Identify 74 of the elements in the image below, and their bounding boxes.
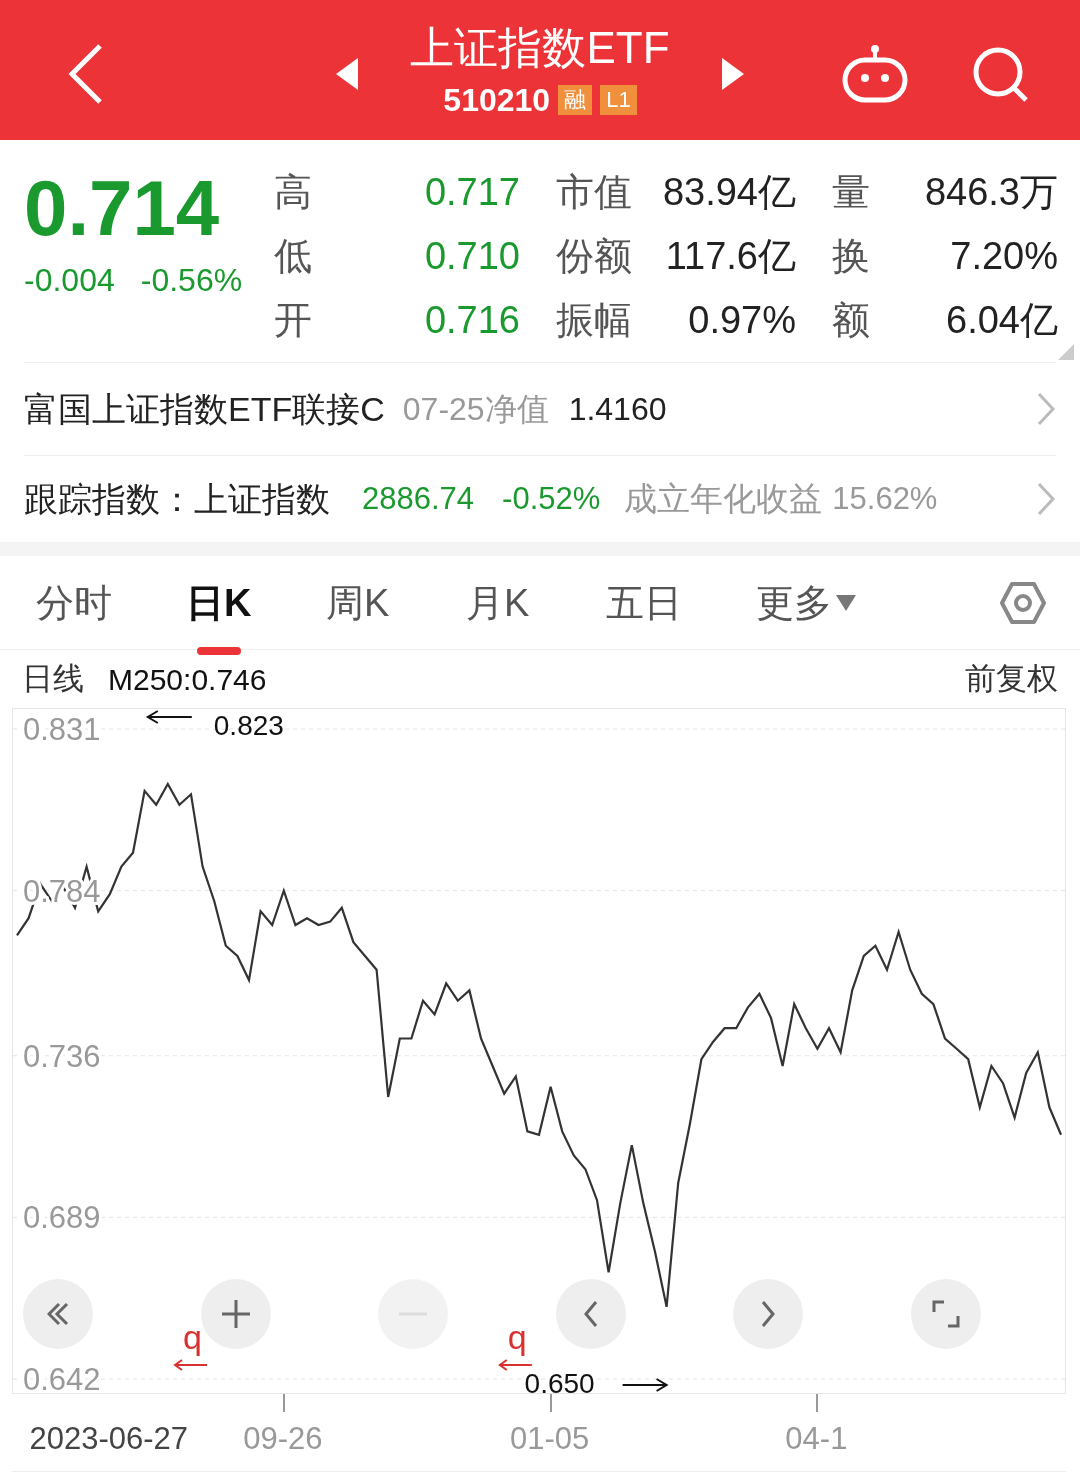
arrow-icon [621, 1378, 669, 1392]
chart-tab[interactable]: 月K [466, 572, 530, 633]
stat-value: 0.710 [423, 233, 520, 279]
percent-change: -0.56% [140, 261, 243, 300]
search-icon[interactable] [972, 46, 1030, 104]
settings-icon[interactable] [1000, 579, 1046, 626]
chart-tab[interactable]: 日K [186, 572, 252, 633]
stat-value: 7.20% [949, 233, 1058, 279]
stat-label: 高 [274, 169, 312, 215]
trade-marker: q [183, 1318, 202, 1356]
stat-label: 振幅 [556, 297, 632, 343]
period-label: 日线 [22, 659, 84, 698]
fund-name[interactable]: 富国上证指数ETF联接C [24, 383, 385, 435]
stat-label: 低 [274, 233, 312, 279]
stat-label: 换 [832, 233, 870, 279]
stat-value: 0.97% [687, 297, 796, 343]
stat-value: 846.3万 [923, 169, 1058, 215]
x-axis-label: 09-26 [243, 1420, 323, 1458]
stat-value: 83.94亿 [661, 169, 796, 215]
stat-value: 6.04亿 [945, 297, 1058, 343]
nav-date-label: 07-25净值 [402, 390, 549, 429]
chart-tab[interactable]: 分时 [36, 572, 112, 633]
chart-tab[interactable]: 更多 [756, 572, 856, 633]
stock-code: 510210 [443, 82, 551, 118]
chevron-right-icon [760, 1300, 776, 1328]
chevron-left-icon [583, 1300, 599, 1328]
trade-marker: q [507, 1318, 527, 1356]
tick-mark [282, 1394, 285, 1412]
x-axis-label: 04-1 [785, 1420, 848, 1458]
last-price: 0.714 [24, 163, 221, 254]
y-axis-label: 0.736 [23, 1038, 101, 1074]
nav-value: 1.4160 [568, 390, 667, 429]
chart-tab[interactable]: 五日 [606, 572, 682, 633]
moving-average-label: M250:0.746 [108, 661, 267, 698]
dropdown-triangle-icon [836, 594, 856, 611]
stat-label: 份额 [556, 233, 632, 279]
next-triangle-icon[interactable] [720, 58, 744, 90]
previous-triangle-icon[interactable] [336, 58, 360, 90]
chart-tab[interactable]: 周K [326, 572, 390, 633]
x-axis-label: 01-05 [509, 1420, 590, 1458]
x-axis-label: 2023-06-27 [29, 1420, 189, 1458]
robot-icon[interactable] [842, 44, 908, 104]
window-title: 上证指数ETF [410, 22, 670, 74]
stat-label: 市值 [556, 169, 632, 215]
stat-label: 额 [832, 297, 870, 343]
price-change: -0.004 [24, 261, 115, 300]
stat-value: 0.716 [423, 297, 520, 343]
tick-mark [549, 1394, 552, 1412]
index-change: -0.52% [502, 479, 601, 518]
double-chevron-left-icon [47, 1302, 69, 1326]
arrow-icon [173, 1359, 208, 1371]
plus-icon [219, 1298, 252, 1330]
stat-label: 量 [832, 169, 870, 215]
y-axis-label: 0.642 [23, 1362, 101, 1395]
index-value: 2886.74 [362, 479, 475, 518]
y-axis-label: 0.831 [23, 712, 101, 747]
stat-value: 117.6亿 [664, 233, 796, 279]
stat-label: 开 [274, 297, 312, 343]
max-price-label: 0.823 [213, 710, 284, 741]
arrow-icon [498, 1359, 533, 1371]
tick-mark [816, 1394, 819, 1412]
y-axis-label: 0.689 [23, 1200, 101, 1236]
annual-return-value: 15.62% [832, 479, 938, 518]
stat-value: 0.717 [423, 169, 520, 215]
adjustment-label[interactable]: 前复权 [965, 655, 1058, 703]
tag: L1 [600, 85, 637, 115]
min-price-label: 0.650 [524, 1368, 595, 1395]
tracking-index-label: 跟踪指数：上证指数 [24, 478, 330, 520]
fullscreen-icon [931, 1300, 960, 1328]
arrow-icon [145, 710, 193, 724]
tab-underline [196, 646, 241, 655]
corner-triangle-icon [1058, 344, 1074, 360]
tag: 融 [558, 85, 593, 115]
annual-return-label: 成立年化收益 [624, 479, 823, 520]
